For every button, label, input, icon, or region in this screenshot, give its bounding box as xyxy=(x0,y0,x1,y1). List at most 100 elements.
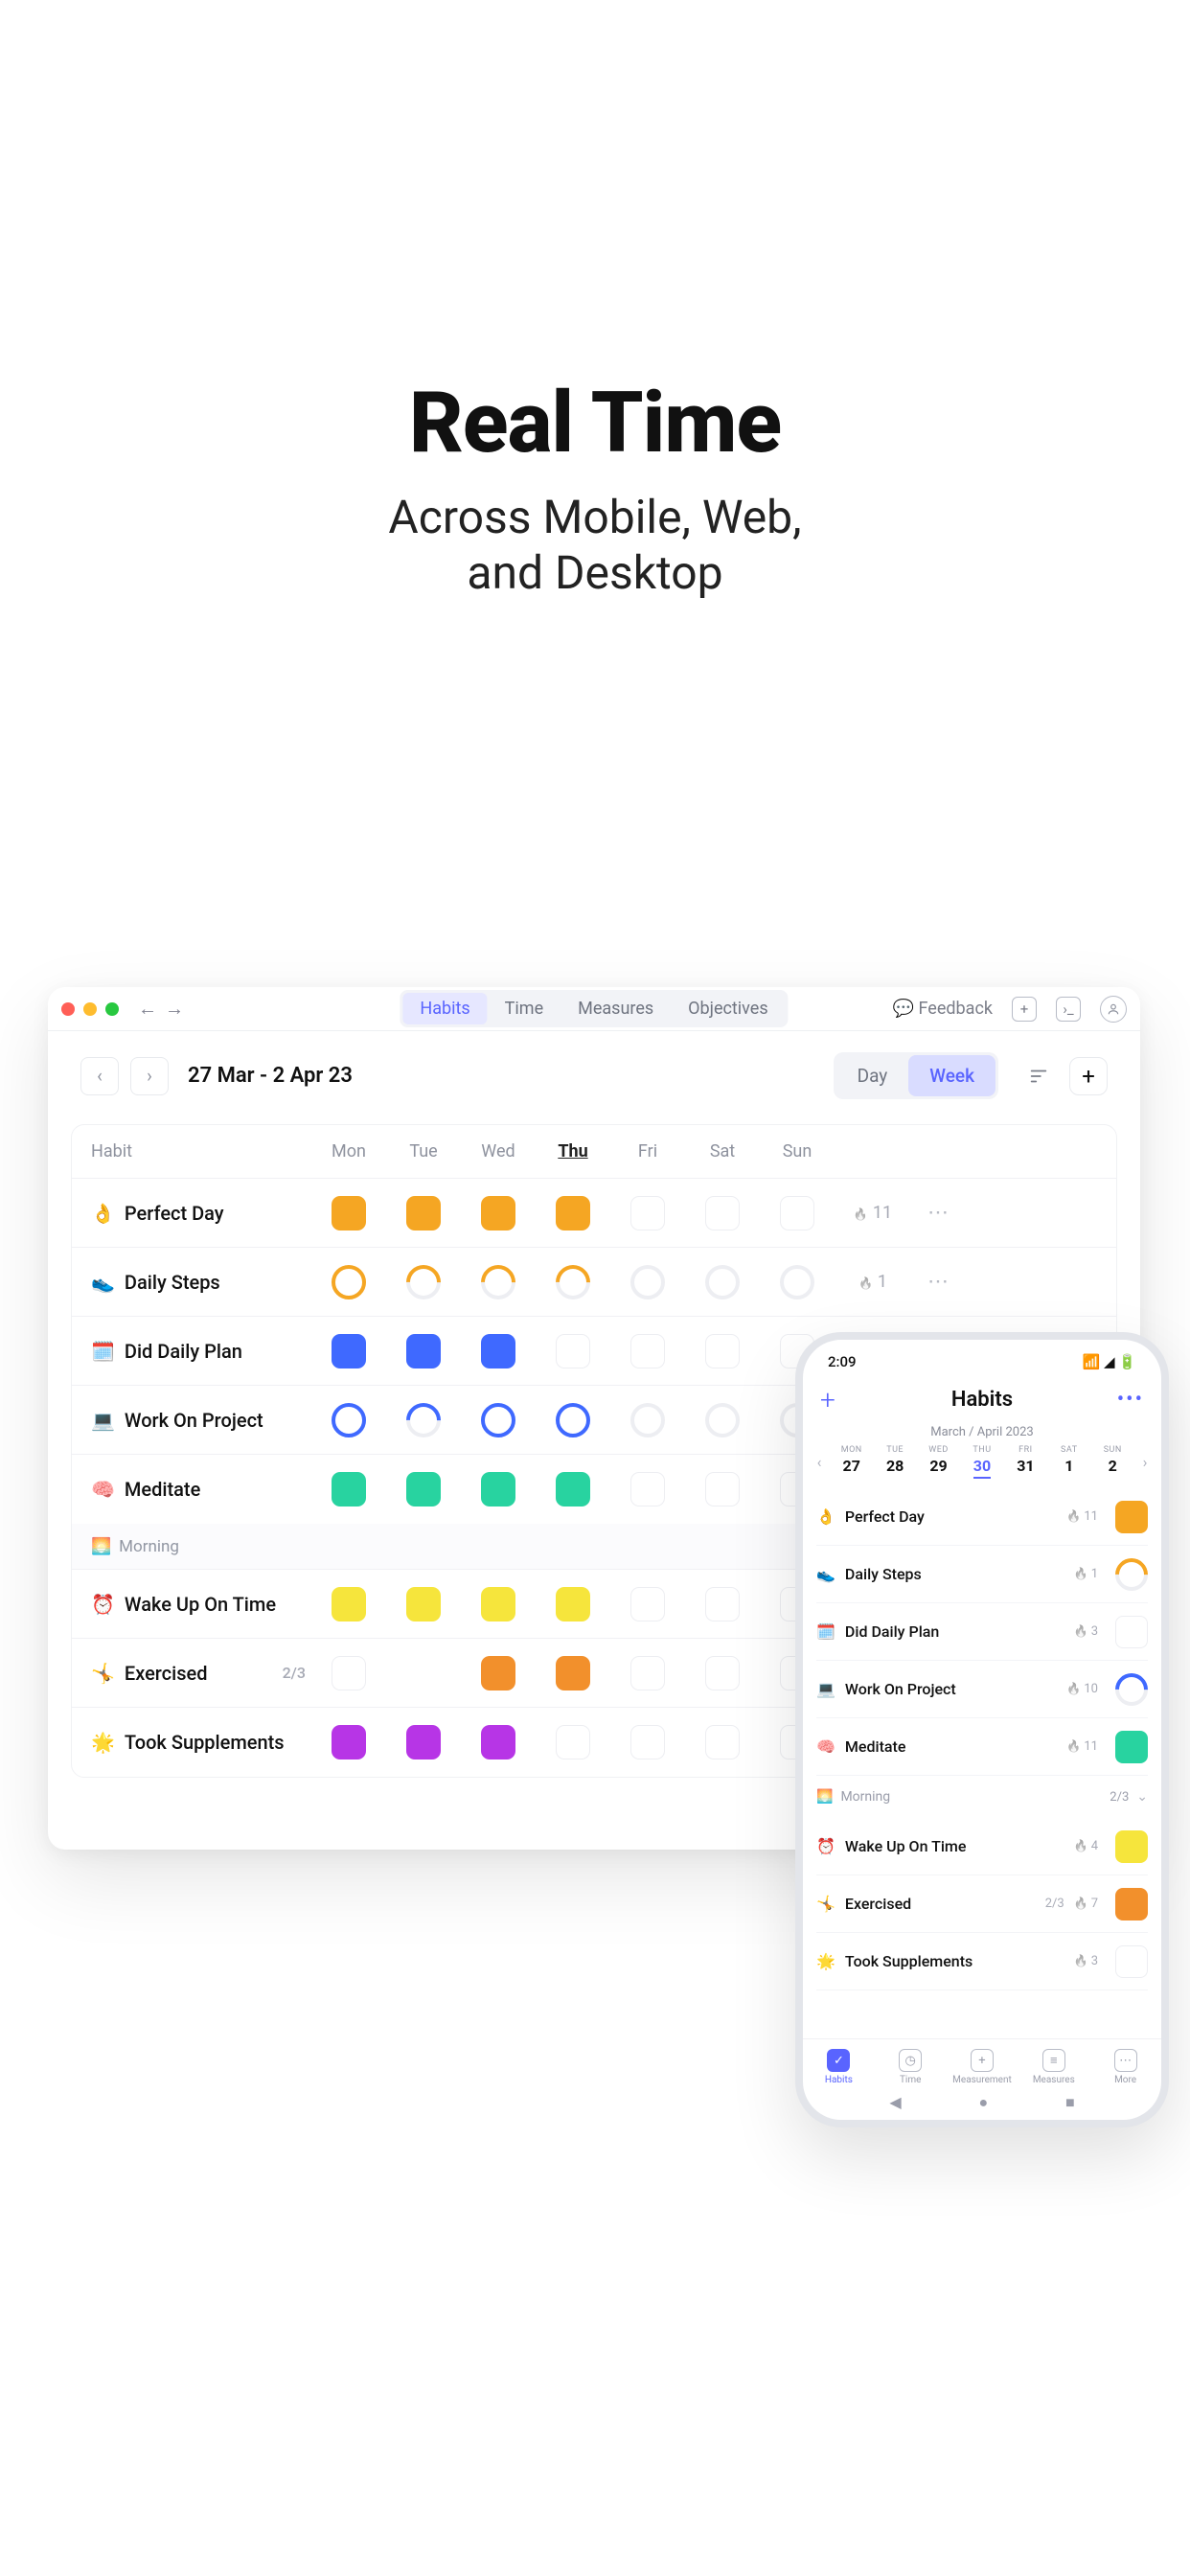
tab-time[interactable]: Time xyxy=(488,993,561,1024)
android-recents-icon[interactable]: ■ xyxy=(1065,2093,1075,2112)
day-cell[interactable] xyxy=(386,1472,461,1506)
tab-objectives[interactable]: Objectives xyxy=(671,993,785,1024)
day-cell[interactable] xyxy=(461,1334,536,1368)
day-cell[interactable] xyxy=(685,1334,760,1368)
close-icon[interactable] xyxy=(61,1002,75,1016)
list-item[interactable]: 💻 Work On Project 10 xyxy=(816,1661,1148,1718)
phone-tabbar[interactable]: ✓Habits◷Time+Measurement≡Measures⋯More xyxy=(803,2038,1161,2085)
week-prev-icon[interactable]: ‹ xyxy=(809,1453,830,1471)
day-cell[interactable] xyxy=(461,1472,536,1506)
day-pill[interactable]: FRI31 xyxy=(1004,1445,1047,1479)
account-icon[interactable] xyxy=(1100,996,1127,1023)
tab-time[interactable]: ◷Time xyxy=(875,2049,947,2085)
day-cell[interactable] xyxy=(386,1265,461,1300)
day-cell[interactable] xyxy=(311,1656,386,1690)
day-cell[interactable] xyxy=(311,1196,386,1230)
view-segmented[interactable]: Day Week xyxy=(834,1052,998,1099)
day-cell[interactable] xyxy=(610,1334,685,1368)
day-cell[interactable] xyxy=(536,1656,610,1690)
day-cell[interactable] xyxy=(536,1196,610,1230)
seg-week[interactable]: Week xyxy=(908,1055,995,1096)
day-pill[interactable]: SAT1 xyxy=(1047,1445,1090,1479)
minimize-icon[interactable] xyxy=(83,1002,97,1016)
day-pill[interactable]: SUN2 xyxy=(1091,1445,1134,1479)
list-item[interactable]: 🗓️ Did Daily Plan 3 xyxy=(816,1603,1148,1661)
day-cell[interactable] xyxy=(461,1725,536,1760)
table-row[interactable]: 👟Daily Steps1⋯ xyxy=(72,1248,1116,1317)
day-cell[interactable] xyxy=(610,1587,685,1622)
day-cell[interactable] xyxy=(461,1196,536,1230)
day-cell[interactable] xyxy=(610,1265,685,1300)
history-nav[interactable]: ← → xyxy=(138,997,184,1021)
day-cell[interactable] xyxy=(461,1587,536,1622)
maximize-icon[interactable] xyxy=(105,1002,119,1016)
day-cell[interactable] xyxy=(685,1265,760,1300)
day-cell[interactable] xyxy=(685,1656,760,1690)
list-item[interactable]: 👟 Daily Steps 1 xyxy=(816,1546,1148,1603)
android-nav[interactable]: ◀ ● ■ xyxy=(803,2093,1161,2112)
day-cell[interactable] xyxy=(536,1472,610,1506)
day-pill[interactable]: THU30 xyxy=(960,1445,1003,1479)
day-cell[interactable] xyxy=(386,1403,461,1438)
day-pill[interactable]: WED29 xyxy=(917,1445,960,1479)
day-cell[interactable] xyxy=(311,1334,386,1368)
day-cell[interactable] xyxy=(685,1725,760,1760)
list-item[interactable]: 👌 Perfect Day 11 xyxy=(816,1488,1148,1546)
list-item[interactable]: ⏰ Wake Up On Time 4 xyxy=(816,1818,1148,1875)
table-row[interactable]: 👌Perfect Day11⋯ xyxy=(72,1179,1116,1248)
feedback-link[interactable]: 💬 Feedback xyxy=(893,999,993,1019)
tab-habits[interactable]: ✓Habits xyxy=(803,2049,875,2085)
list-item[interactable]: 🧠 Meditate 11 xyxy=(816,1718,1148,1776)
day-cell[interactable] xyxy=(760,1265,835,1300)
list-item[interactable]: 🌟 Took Supplements 3 xyxy=(816,1933,1148,1990)
forward-icon[interactable]: → xyxy=(165,997,184,1021)
day-cell[interactable] xyxy=(610,1403,685,1438)
next-week-button[interactable]: › xyxy=(130,1057,169,1095)
android-back-icon[interactable]: ◀ xyxy=(889,2093,901,2112)
add-box-icon[interactable]: + xyxy=(1012,997,1037,1022)
day-cell[interactable] xyxy=(311,1265,386,1300)
back-icon[interactable]: ← xyxy=(138,997,157,1021)
day-cell[interactable] xyxy=(685,1196,760,1230)
day-cell[interactable] xyxy=(386,1587,461,1622)
day-cell[interactable] xyxy=(536,1334,610,1368)
main-tabs[interactable]: Habits Time Measures Objectives xyxy=(400,990,788,1027)
tab-habits[interactable]: Habits xyxy=(402,993,487,1024)
list-item[interactable]: 🤸 Exercised 2/3 7 xyxy=(816,1875,1148,1933)
row-more-icon[interactable]: ⋯ xyxy=(911,1270,965,1294)
android-home-icon[interactable]: ● xyxy=(978,2093,988,2112)
row-more-icon[interactable]: ⋯ xyxy=(911,1201,965,1225)
day-pill[interactable]: MON27 xyxy=(830,1445,873,1479)
prev-week-button[interactable]: ‹ xyxy=(80,1057,119,1095)
week-picker[interactable]: ‹ MON27TUE28WED29THU30FRI31SAT1SUN2 › xyxy=(803,1439,1161,1488)
day-cell[interactable] xyxy=(386,1725,461,1760)
day-cell[interactable] xyxy=(610,1472,685,1506)
day-cell[interactable] xyxy=(610,1196,685,1230)
tab-more[interactable]: ⋯More xyxy=(1089,2049,1161,2085)
day-cell[interactable] xyxy=(386,1334,461,1368)
day-cell[interactable] xyxy=(610,1656,685,1690)
day-cell[interactable] xyxy=(685,1587,760,1622)
day-cell[interactable] xyxy=(311,1725,386,1760)
day-cell[interactable] xyxy=(536,1587,610,1622)
day-cell[interactable] xyxy=(311,1587,386,1622)
add-habit-button[interactable]: + xyxy=(1069,1057,1108,1095)
day-cell[interactable] xyxy=(461,1656,536,1690)
day-cell[interactable] xyxy=(311,1472,386,1506)
day-pill[interactable]: TUE28 xyxy=(873,1445,916,1479)
tab-measures[interactable]: ≡Measures xyxy=(1018,2049,1089,2085)
day-cell[interactable] xyxy=(536,1403,610,1438)
day-cell[interactable] xyxy=(536,1265,610,1300)
day-cell[interactable] xyxy=(461,1265,536,1300)
day-cell[interactable] xyxy=(311,1403,386,1438)
seg-day[interactable]: Day xyxy=(836,1055,909,1096)
week-next-icon[interactable]: › xyxy=(1134,1453,1156,1471)
day-cell[interactable] xyxy=(461,1403,536,1438)
day-cell[interactable] xyxy=(685,1472,760,1506)
more-icon[interactable]: ••• xyxy=(1115,1388,1144,1412)
day-cell[interactable] xyxy=(685,1403,760,1438)
traffic-lights[interactable] xyxy=(61,1002,119,1016)
add-button[interactable]: + xyxy=(820,1384,849,1415)
day-cell[interactable] xyxy=(760,1196,835,1230)
phone-section-morning[interactable]: 🌅 Morning 2/3 ⌄ xyxy=(816,1776,1148,1818)
